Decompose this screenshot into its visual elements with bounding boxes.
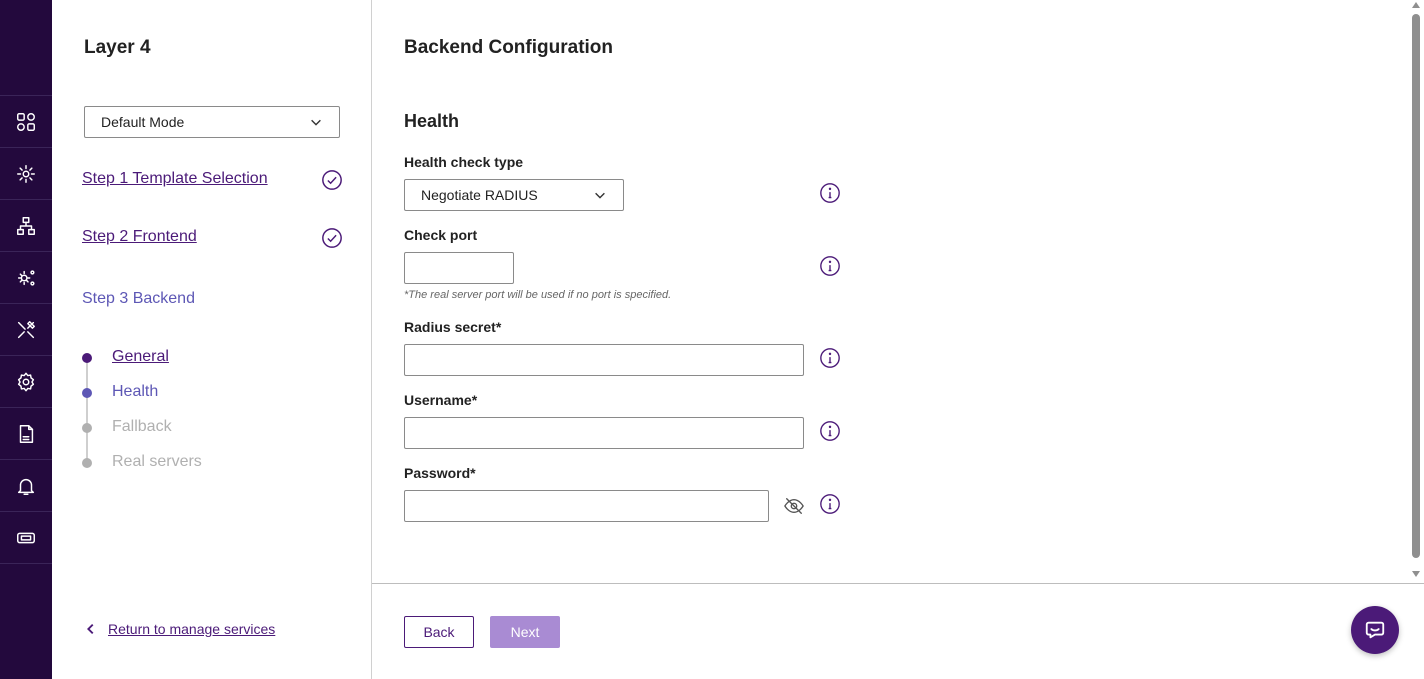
health-check-type-label: Health check type bbox=[404, 154, 524, 170]
return-link-label: Return to manage services bbox=[108, 621, 276, 637]
main-content: Backend Configuration Health Health chec… bbox=[372, 0, 1424, 679]
username-label: Username* bbox=[404, 392, 478, 408]
check-port-input[interactable] bbox=[404, 252, 514, 284]
settings-icon bbox=[17, 372, 35, 391]
dashboard-icon bbox=[17, 112, 35, 131]
rail-item-logs[interactable] bbox=[0, 407, 52, 459]
scroll-thumb[interactable] bbox=[1412, 14, 1420, 558]
scroll-down-arrow[interactable] bbox=[1412, 571, 1420, 577]
password-input[interactable] bbox=[404, 490, 769, 522]
info-icon[interactable] bbox=[819, 255, 841, 277]
page-title: Backend Configuration bbox=[404, 37, 614, 58]
mode-select[interactable]: Default Mode bbox=[84, 106, 340, 138]
info-icon[interactable] bbox=[819, 493, 841, 515]
return-to-services-link[interactable]: Return to manage services bbox=[84, 621, 275, 637]
tools-icon bbox=[17, 320, 35, 338]
check-circle-icon bbox=[321, 169, 343, 191]
rail-item-settings[interactable] bbox=[0, 355, 52, 407]
license-icon bbox=[17, 532, 35, 543]
rail-item-tools[interactable] bbox=[0, 303, 52, 355]
substep-real-servers: Real servers bbox=[112, 453, 202, 470]
chevron-down-icon bbox=[595, 192, 605, 199]
health-check-type-value: Negotiate RADIUS bbox=[421, 187, 538, 203]
radius-secret-input[interactable] bbox=[404, 344, 804, 376]
health-check-type-select[interactable]: Negotiate RADIUS bbox=[404, 179, 624, 211]
substep-general-link[interactable]: General bbox=[112, 348, 169, 366]
info-icon[interactable] bbox=[819, 420, 841, 442]
substep-dot-fallback bbox=[82, 423, 92, 433]
substep-dot-general bbox=[82, 353, 92, 363]
substep-dot-real-servers bbox=[82, 458, 92, 468]
network-icon bbox=[17, 216, 35, 235]
substep-track bbox=[86, 360, 88, 464]
rail-item-dashboard[interactable] bbox=[0, 95, 52, 147]
steps-title: Layer 4 bbox=[84, 37, 151, 58]
logs-icon bbox=[19, 424, 34, 443]
check-port-label: Check port bbox=[404, 227, 478, 243]
info-icon[interactable] bbox=[819, 182, 841, 204]
footer-divider bbox=[372, 583, 1424, 584]
step-1-link[interactable]: Step 1 Template Selection bbox=[82, 170, 268, 188]
rail-item-network[interactable] bbox=[0, 199, 52, 251]
radius-secret-label: Radius secret* bbox=[404, 319, 502, 335]
check-port-hint: *The real server port will be used if no… bbox=[404, 289, 672, 301]
rail-item-license[interactable] bbox=[0, 511, 52, 563]
username-input[interactable] bbox=[404, 417, 804, 449]
services-icon bbox=[17, 164, 35, 183]
chat-button[interactable] bbox=[1351, 606, 1399, 654]
notifications-icon bbox=[17, 478, 35, 495]
section-title: Health bbox=[404, 111, 460, 131]
rail-item-notifications[interactable] bbox=[0, 459, 52, 511]
icon-rail bbox=[0, 0, 52, 679]
mode-select-value: Default Mode bbox=[101, 114, 185, 130]
rail-item-services[interactable] bbox=[0, 147, 52, 199]
rail-item-system-settings[interactable] bbox=[0, 251, 52, 303]
chevron-left-icon bbox=[87, 623, 94, 635]
chat-icon bbox=[1365, 621, 1385, 639]
check-circle-icon bbox=[321, 227, 343, 249]
step-3-current: Step 3 Backend bbox=[82, 290, 195, 307]
next-button[interactable]: Next bbox=[490, 616, 560, 648]
substep-health: Health bbox=[112, 383, 159, 400]
steps-panel: Layer 4 Default Mode Step 1 Template Sel… bbox=[52, 0, 372, 679]
substep-dot-health bbox=[82, 388, 92, 398]
chevron-down-icon bbox=[311, 119, 321, 126]
back-button[interactable]: Back bbox=[404, 616, 474, 648]
password-label: Password* bbox=[404, 465, 476, 481]
scrollbar[interactable] bbox=[1409, 0, 1424, 583]
scroll-up-arrow[interactable] bbox=[1412, 2, 1420, 8]
info-icon[interactable] bbox=[819, 347, 841, 369]
system-settings-icon bbox=[17, 269, 35, 286]
step-2-link[interactable]: Step 2 Frontend bbox=[82, 228, 197, 246]
substep-fallback: Fallback bbox=[112, 418, 172, 435]
rail-divider bbox=[0, 563, 52, 564]
eye-off-icon[interactable] bbox=[783, 496, 805, 516]
